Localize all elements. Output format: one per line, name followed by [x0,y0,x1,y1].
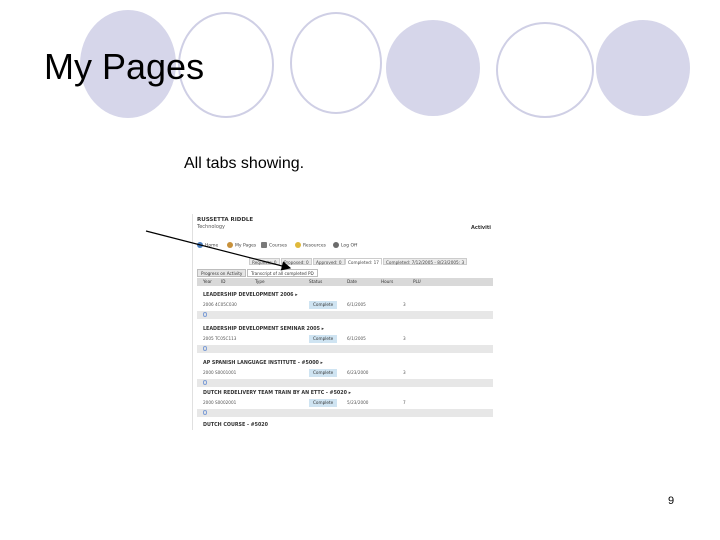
col-type: Type [255,279,265,284]
screenshot-header: RUSSETTA RIDDLE Technology Activiti [193,214,493,238]
top-nav: Home My Pages Courses Resources Log Off [193,240,493,252]
record-details: 2005 TC05C113 Complete 6/1/2005 3 [203,335,493,343]
tab-proposed[interactable]: Proposed: 0 [281,258,312,265]
user-name: RUSSETTA RIDDLE [197,217,254,223]
status-tabs: Requests: 0 Proposed: 0 Approved: 0 Comp… [249,258,493,266]
nav-resources-label: Resources [303,243,326,249]
record-id: 2000 S0001001 [203,370,237,375]
decor-circle-filled-right-2 [596,20,690,116]
record-title[interactable]: DUTCH REDELIVERY TEAM TRAIN BY AN ETTC -… [203,391,351,396]
col-plu: PLU [413,279,421,284]
nav-home[interactable]: Home [197,242,218,249]
nav-log-off[interactable]: Log Off [333,242,357,249]
record-footer [197,345,493,353]
list-item: DUTCH REDELIVERY TEAM TRAIN BY AN ETTC -… [197,388,493,420]
col-hours: Hours [381,279,394,284]
nav-my-pages[interactable]: My Pages [227,242,256,249]
record-hours: 3 [403,336,406,341]
embedded-screenshot: RUSSETTA RIDDLE Technology Activiti Home… [192,214,493,430]
courses-icon [261,242,267,248]
user-department: Technology [197,224,226,230]
decor-circle-ring-right [496,22,594,118]
record-details: 2006 4C05C030 Complete 6/1/2005 3 [203,301,493,309]
record-id: 2006 4C05C030 [203,302,237,307]
list-item: LEADERSHIP DEVELOPMENT 2006 ▸ 2006 4C05C… [197,290,493,322]
corner-label: Activiti [470,225,491,231]
col-id: ID [221,279,226,284]
column-header-row: Year ID Type Status Date Hours PLU [197,278,493,286]
decor-circle-ring-mid [290,12,382,114]
nav-home-label: Home [205,243,219,249]
attachment-icon[interactable] [203,346,207,351]
list-item: LEADERSHIP DEVELOPMENT SEMINAR 2005 ▸ 20… [197,324,493,356]
col-year: Year [203,279,212,284]
subtab-progress[interactable]: Progress on Activity [197,269,247,277]
tab-completed-range[interactable]: Completed: 7/12/2005 - 8/23/2005: 3 [383,258,468,265]
record-date: 6/23/2000 [347,370,369,375]
list-item: AP SPANISH LANGUAGE INSTITUTE - #5000 ▸ … [197,358,493,390]
record-title[interactable]: AP SPANISH LANGUAGE INSTITUTE - #5000 ▸ [203,361,323,366]
record-id: 2005 TC05C113 [203,336,237,341]
record-status: Complete [309,335,338,343]
record-hours: 3 [403,370,406,375]
slide-caption: All tabs showing. [184,155,305,172]
record-hours: 3 [403,302,406,307]
nav-log-off-label: Log Off [341,243,358,249]
attachment-icon[interactable] [203,410,207,415]
record-footer [197,409,493,417]
tab-requests[interactable]: Requests: 0 [249,258,280,265]
record-title[interactable]: DUTCH COURSE - #5020 [203,423,268,428]
record-title[interactable]: LEADERSHIP DEVELOPMENT SEMINAR 2005 ▸ [203,327,324,332]
nav-resources[interactable]: Resources [295,242,326,249]
user-icon [227,242,233,248]
record-footer [197,311,493,319]
nav-courses[interactable]: Courses [261,242,287,249]
subtab-transcript[interactable]: Transcript of all completed PD [247,269,318,277]
tab-completed[interactable]: Completed: 17 [345,258,382,265]
attachment-icon[interactable] [203,380,207,385]
decor-circle-filled-right-1 [386,20,480,116]
page-number: 9 [668,495,675,507]
record-footer [197,379,493,387]
record-details: 2000 S0001001 Complete 6/23/2000 3 [203,369,493,377]
nav-my-pages-label: My Pages [235,243,257,249]
record-title[interactable]: LEADERSHIP DEVELOPMENT 2006 ▸ [203,293,298,298]
attachment-icon[interactable] [203,312,207,317]
record-status: Complete [309,399,338,407]
sub-tabs: Progress on Activity Transcript of all c… [197,269,493,277]
tab-approved[interactable]: Approved: 0 [313,258,345,265]
record-id: 2000 S0002001 [203,400,237,405]
record-status: Complete [309,301,338,309]
record-hours: 7 [403,400,406,405]
record-date: 6/1/2005 [347,302,366,307]
home-icon [197,242,203,248]
col-date: Date [347,279,358,284]
col-status: Status [309,279,323,284]
log-off-icon [333,242,339,248]
record-details: 2000 S0002001 Complete 5/23/2000 7 [203,399,493,407]
list-item: DUTCH COURSE - #5020 [197,420,493,430]
record-date: 6/1/2005 [347,336,366,341]
record-date: 5/23/2000 [347,400,369,405]
nav-courses-label: Courses [269,243,288,249]
slide-title: My Pages [44,46,205,87]
resources-icon [295,242,301,248]
record-status: Complete [309,369,338,377]
